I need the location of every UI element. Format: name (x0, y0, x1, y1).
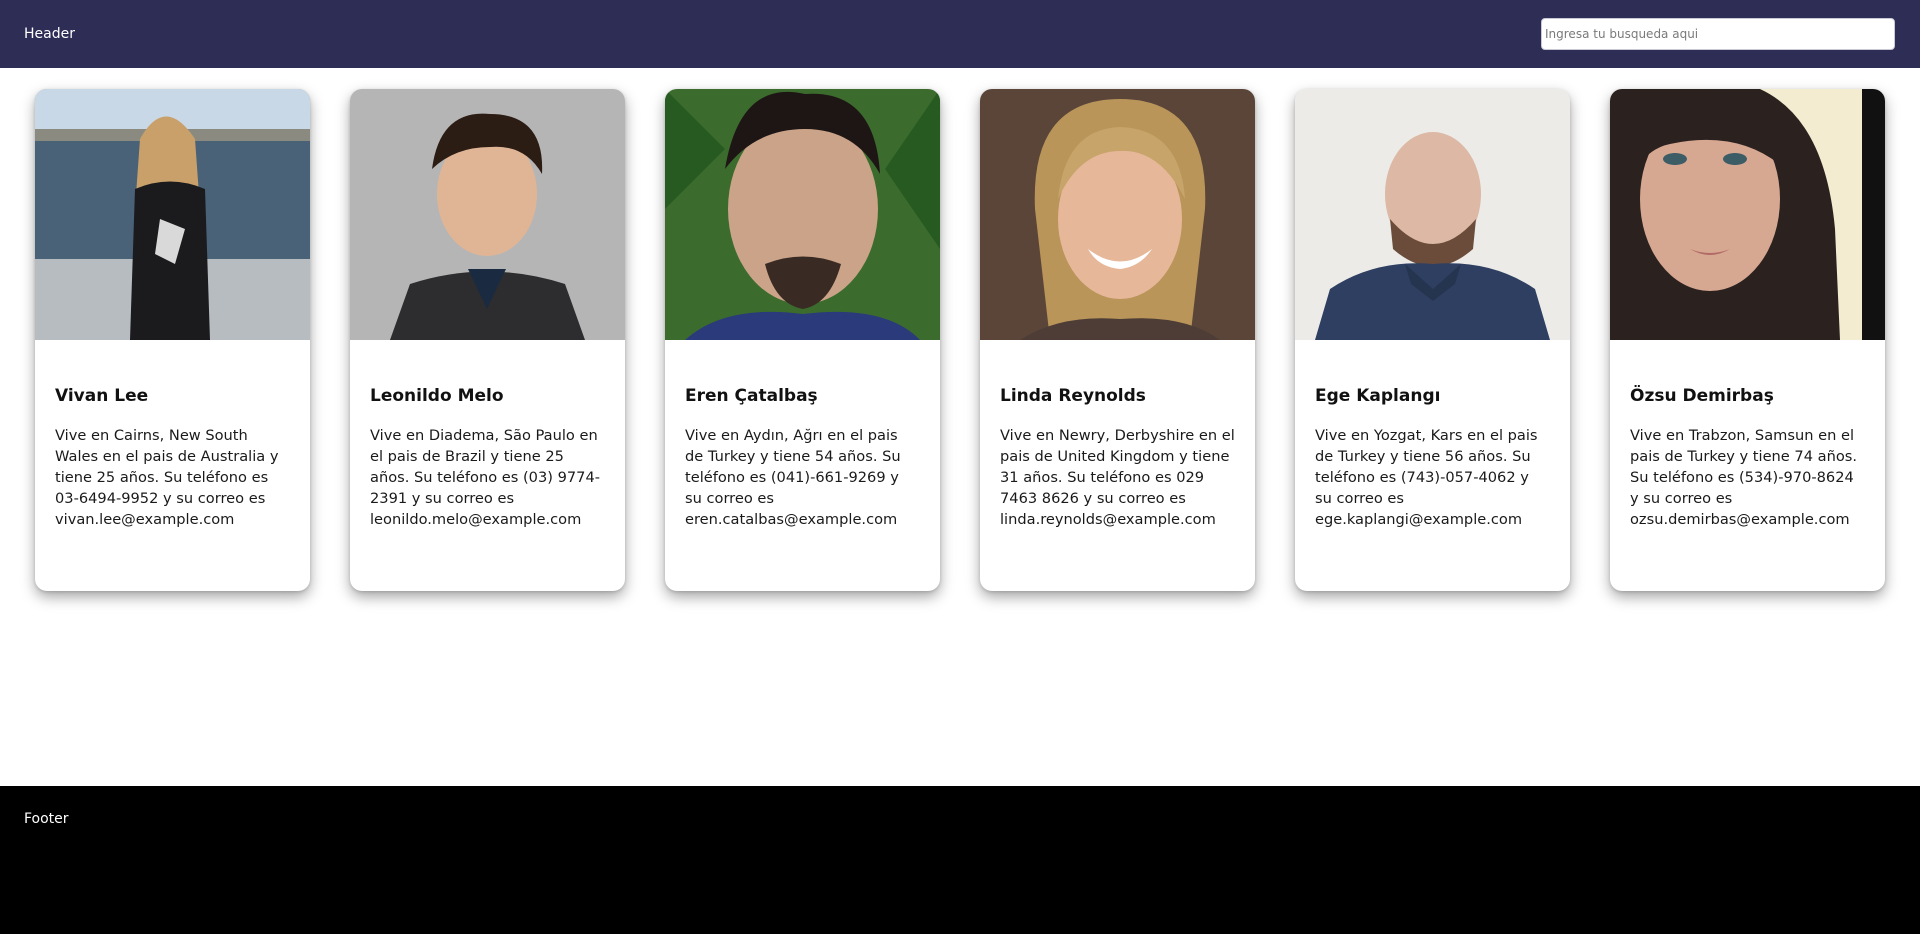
profile-description: Vive en Newry, Derbyshire en el pais de … (1000, 427, 1235, 528)
header-title: Header (24, 26, 75, 42)
profile-name: Leonildo Melo (370, 386, 504, 406)
profile-card: Ege Kaplangı Vive en Yozgat, Kars en el … (1295, 89, 1570, 591)
profile-name: Özsu Demirbaş (1630, 386, 1774, 406)
profile-card: Vivan Lee Vive en Cairns, New South Wale… (35, 89, 310, 591)
profile-name: Linda Reynolds (1000, 386, 1146, 406)
page-footer: Footer (0, 786, 1920, 934)
search-input[interactable] (1541, 18, 1895, 50)
profile-description: Vive en Yozgat, Kars en el pais de Turke… (1315, 427, 1538, 528)
profile-photo (1295, 89, 1570, 340)
profile-description: Vive en Aydın, Ağrı en el pais de Turkey… (685, 427, 901, 528)
profile-photo (35, 89, 310, 340)
profile-photo (665, 89, 940, 340)
profile-description: Vive en Cairns, New South Wales en el pa… (55, 427, 279, 528)
page-header: Header (0, 0, 1920, 68)
profile-card-list: Vivan Lee Vive en Cairns, New South Wale… (35, 89, 1885, 591)
profile-photo (980, 89, 1255, 340)
profile-photo (350, 89, 625, 340)
profile-card: Linda Reynolds Vive en Newry, Derbyshire… (980, 89, 1255, 591)
profile-description: Vive en Trabzon, Samsun en el pais de Tu… (1630, 427, 1857, 528)
profile-name: Vivan Lee (55, 386, 149, 406)
profile-description: Vive en Diadema, São Paulo en el pais de… (370, 427, 600, 528)
profile-photo (1610, 89, 1885, 340)
footer-title: Footer (24, 811, 69, 827)
profile-card: Leonildo Melo Vive en Diadema, São Paulo… (350, 89, 625, 591)
profile-name: Eren Çatalbaş (685, 386, 818, 406)
profile-card: Özsu Demirbaş Vive en Trabzon, Samsun en… (1610, 89, 1885, 591)
profile-name: Ege Kaplangı (1315, 386, 1441, 406)
profile-card: Eren Çatalbaş Vive en Aydın, Ağrı en el … (665, 89, 940, 591)
